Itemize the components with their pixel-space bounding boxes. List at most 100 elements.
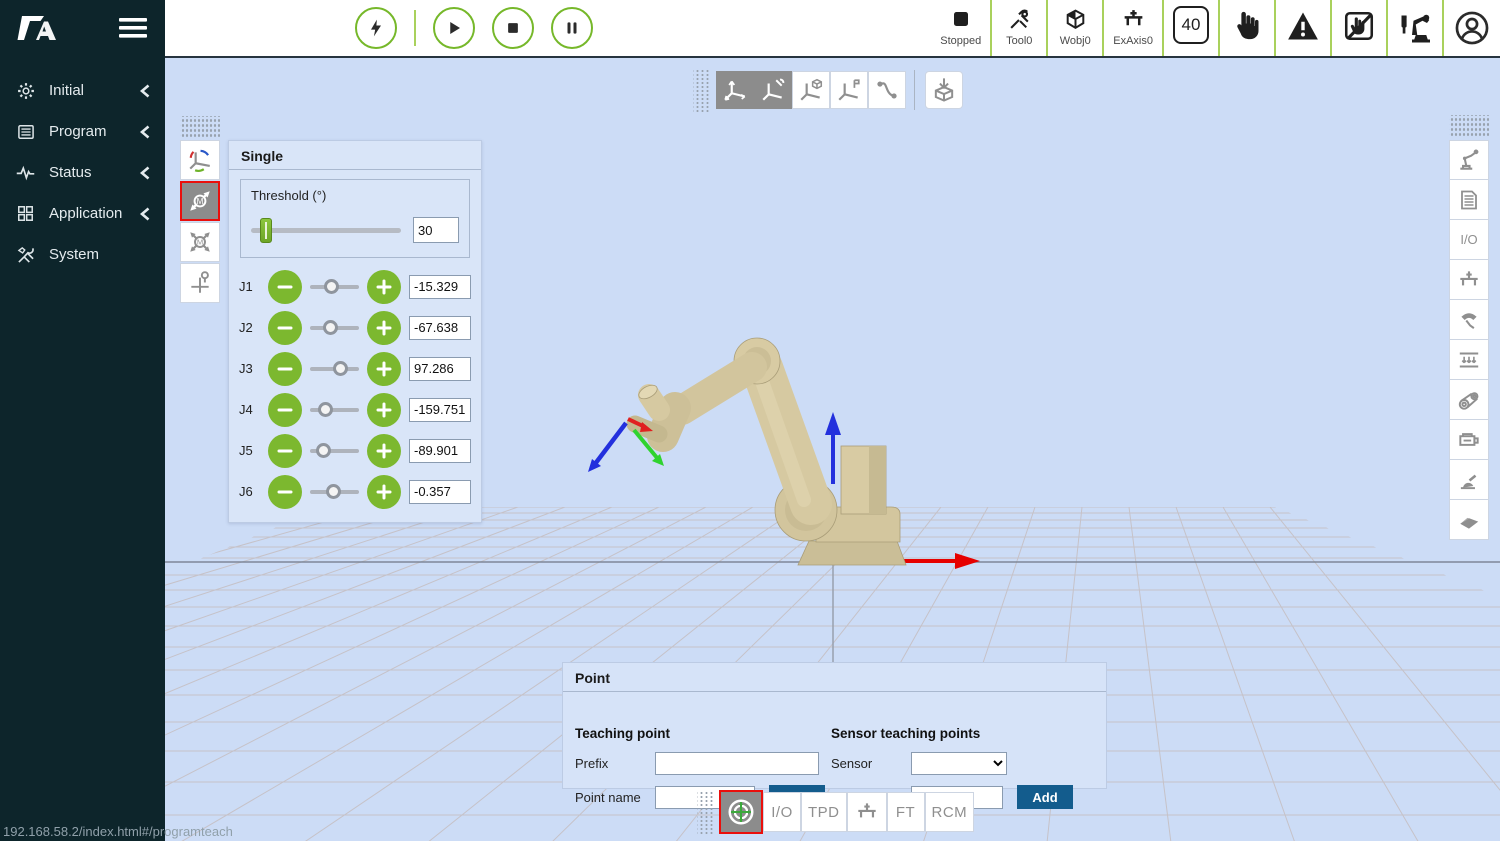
sidebar-item-program[interactable]: Program [0, 111, 165, 152]
j3-slider[interactable] [310, 367, 359, 371]
motor-button[interactable] [1449, 420, 1489, 460]
threshold-value-input[interactable] [413, 217, 459, 243]
j2-value-input[interactable] [409, 316, 471, 340]
rcm-panel-button[interactable]: RCM [925, 792, 975, 832]
user-frame-button[interactable] [830, 71, 868, 109]
tpd-panel-button[interactable]: TPD [801, 792, 847, 832]
speed-box[interactable]: 40 [1173, 6, 1209, 44]
system-tools-icon [16, 245, 36, 265]
conveyor-button[interactable] [1449, 340, 1489, 380]
tcp-target-button[interactable] [719, 790, 763, 834]
j4-value-input[interactable] [409, 398, 471, 422]
prefix-input[interactable] [655, 752, 819, 775]
run-controls [355, 7, 593, 49]
j6-plus-button[interactable] [367, 475, 401, 509]
j5-minus-button[interactable] [268, 434, 302, 468]
program-doc-button[interactable] [1449, 180, 1489, 220]
sidebar-item-application[interactable]: Application [0, 193, 165, 234]
exaxis-device-button[interactable] [1449, 260, 1489, 300]
j2-slider[interactable] [310, 326, 359, 330]
base-frame-button[interactable] [716, 71, 754, 109]
j3-value-input[interactable] [409, 357, 471, 381]
3d-viewport[interactable]: M M Single Threshold (°) J1 [165, 56, 1500, 841]
positioner-button[interactable] [1449, 460, 1489, 500]
hamburger-menu-icon[interactable] [119, 17, 147, 39]
pause-button[interactable] [551, 7, 593, 49]
function-toolbar-drag-handle[interactable] [697, 790, 714, 834]
j4-slider[interactable] [310, 408, 359, 412]
point-panel: Point Teaching point Prefix Point name A… [562, 662, 1107, 789]
multi-joint-jog-button[interactable]: M [180, 222, 220, 262]
tool-indicator[interactable]: Tool0 [990, 0, 1046, 56]
j6-value-input[interactable] [409, 480, 471, 504]
j5-value-input[interactable] [409, 439, 471, 463]
threshold-slider[interactable] [251, 228, 401, 233]
sidebar-item-initial[interactable]: Initial [0, 70, 165, 111]
belt-drive-button[interactable] [1449, 380, 1489, 420]
j3-minus-button[interactable] [268, 352, 302, 386]
workpiece-icon [1456, 507, 1482, 533]
ft-panel-button[interactable]: FT [887, 792, 925, 832]
sidebar-item-system[interactable]: System [0, 234, 165, 275]
device-toolbar-drag-handle[interactable] [1449, 115, 1489, 136]
toolbar-drag-handle[interactable] [693, 68, 710, 112]
stop-button[interactable] [492, 7, 534, 49]
threshold-slider-handle[interactable] [260, 218, 272, 243]
tool-frame-button[interactable] [754, 71, 792, 109]
workobject-cube-icon [1063, 7, 1088, 32]
j1-slider[interactable] [310, 285, 359, 289]
j2-plus-button[interactable] [367, 311, 401, 345]
j6-slider[interactable] [310, 490, 359, 494]
chevron-left-icon [139, 207, 151, 221]
manual-mode-indicator[interactable] [1218, 0, 1274, 56]
account-menu[interactable] [1442, 0, 1500, 56]
drag-disabled-indicator[interactable] [1330, 0, 1386, 56]
play-button[interactable] [433, 7, 475, 49]
j4-plus-button[interactable] [367, 393, 401, 427]
j5-slider[interactable] [310, 449, 359, 453]
sidebar-item-status[interactable]: Status [0, 152, 165, 193]
speed-indicator[interactable]: 40 [1162, 0, 1218, 56]
user-avatar-icon [1453, 9, 1491, 47]
j4-slider-handle[interactable] [318, 402, 333, 417]
j3-slider-handle[interactable] [333, 361, 348, 376]
sidebar: Initial Program Status Application Syste… [0, 0, 165, 841]
gripper-button[interactable] [1449, 300, 1489, 340]
palette-drag-handle[interactable] [180, 116, 220, 137]
j6-minus-button[interactable] [268, 475, 302, 509]
coordinate-jog-button[interactable] [180, 140, 220, 180]
exaxis-panel-button[interactable] [847, 792, 887, 832]
point-jog-button[interactable] [180, 263, 220, 303]
j1-plus-button[interactable] [367, 270, 401, 304]
robot-mount-indicator[interactable] [1386, 0, 1442, 56]
workpiece-button[interactable] [1449, 500, 1489, 540]
sidebar-item-label: System [49, 246, 99, 263]
sensor-add-point-button[interactable]: Add [1017, 785, 1073, 809]
j1-value-input[interactable] [409, 275, 471, 299]
world-z-axis [825, 412, 841, 484]
robot-arm-button[interactable] [1449, 140, 1489, 180]
joint-jog-rows: J1 J2 J3 J4 [229, 260, 481, 522]
j1-slider-handle[interactable] [324, 279, 339, 294]
j2-minus-button[interactable] [268, 311, 302, 345]
j5-plus-button[interactable] [367, 434, 401, 468]
exaxis-indicator[interactable]: ExAxis0 [1102, 0, 1162, 56]
power-button[interactable] [355, 7, 397, 49]
j1-minus-button[interactable] [268, 270, 302, 304]
sensor-select[interactable] [911, 752, 1007, 775]
j5-slider-handle[interactable] [316, 443, 331, 458]
io-panel-button[interactable]: I/O [763, 792, 801, 832]
j3-plus-button[interactable] [367, 352, 401, 386]
wobj-frame-button[interactable] [792, 71, 830, 109]
wobj-indicator[interactable]: Wobj0 [1046, 0, 1102, 56]
j2-slider-handle[interactable] [323, 320, 338, 335]
program-doc-icon [1457, 188, 1481, 212]
single-joint-jog-button[interactable]: M [180, 181, 220, 221]
import-model-button[interactable] [925, 71, 963, 109]
j6-slider-handle[interactable] [326, 484, 341, 499]
j4-minus-button[interactable] [268, 393, 302, 427]
path-curve-button[interactable] [868, 71, 906, 109]
multi-joint-jog-icon: M [187, 229, 213, 255]
io-device-button[interactable]: I/O [1449, 220, 1489, 260]
alarm-indicator[interactable] [1274, 0, 1330, 56]
